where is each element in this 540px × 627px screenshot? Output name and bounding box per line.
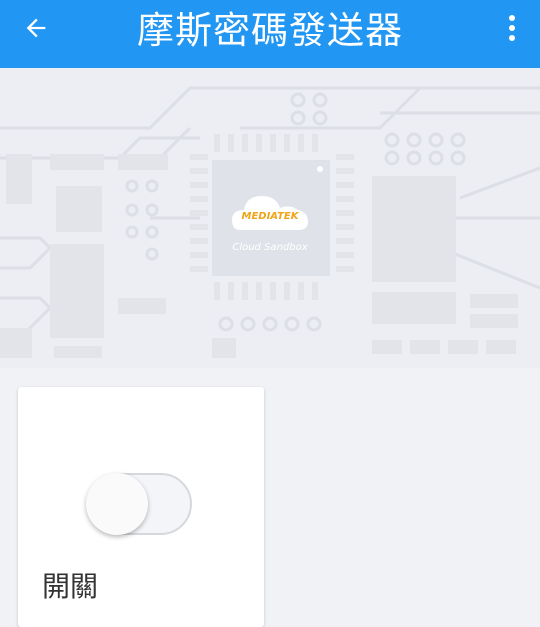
- more-vert-icon: [509, 15, 515, 41]
- app-bar: 摩斯密碼發送器: [0, 0, 540, 68]
- switch-thumb[interactable]: [86, 473, 148, 535]
- switch-card: 開關: [18, 387, 264, 627]
- back-button[interactable]: [18, 10, 54, 46]
- arrow-left-icon: [26, 18, 46, 38]
- logo-subtitle: Cloud Sandbox: [232, 242, 307, 253]
- circuit-board-illustration: MEDIATEK Cloud Sandbox: [0, 86, 540, 358]
- on-off-switch[interactable]: [86, 473, 194, 535]
- device-banner: MEDIATEK Cloud Sandbox: [0, 68, 540, 368]
- page-title: 摩斯密碼發送器: [137, 9, 403, 52]
- mediatek-logo-text: MEDIATEK: [242, 211, 300, 222]
- switch-label: 開關: [42, 570, 99, 603]
- overflow-menu-button[interactable]: [498, 10, 526, 46]
